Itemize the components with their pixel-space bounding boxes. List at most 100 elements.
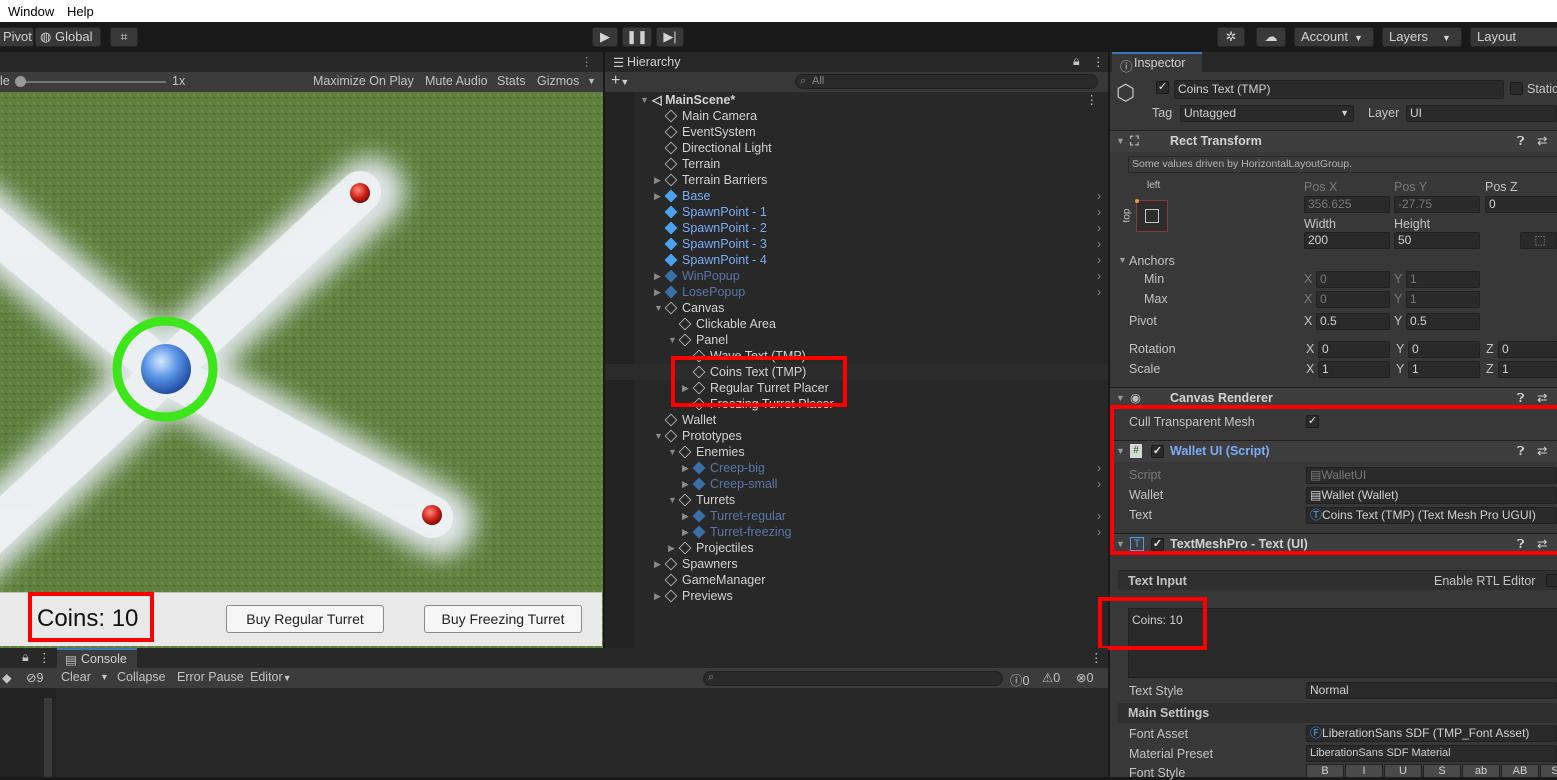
expanded-arrow-icon[interactable]: ▼: [668, 444, 677, 460]
open-prefab-chevron-icon[interactable]: ›: [1097, 476, 1101, 492]
more-icon[interactable]: ⋮: [1086, 92, 1099, 108]
collapsed-arrow-icon[interactable]: ▶: [654, 188, 661, 204]
hierarchy-item[interactable]: ▶ WinPopup ›: [605, 268, 1108, 284]
font-asset-field[interactable]: ⒻLiberationSans SDF (TMP_Font Asset): [1306, 725, 1557, 742]
open-prefab-chevron-icon[interactable]: ›: [1097, 284, 1101, 300]
more-icon[interactable]: ⋮: [38, 650, 51, 665]
layers-dropdown[interactable]: Layers ▼: [1382, 27, 1462, 47]
expanded-arrow-icon[interactable]: ▼: [654, 428, 663, 444]
active-checkbox[interactable]: ✓: [1156, 81, 1169, 94]
cloud-button[interactable]: ☁: [1256, 27, 1286, 47]
open-prefab-chevron-icon[interactable]: ›: [1097, 236, 1101, 252]
scrollbar[interactable]: [44, 698, 52, 777]
pivot-y-field[interactable]: 0.5: [1406, 313, 1480, 330]
hierarchy-item[interactable]: Clickable Area: [605, 316, 1108, 332]
hierarchy-item[interactable]: ▶ Previews: [605, 588, 1108, 604]
layer-dropdown[interactable]: UI: [1406, 105, 1557, 122]
rotation-z-field[interactable]: 0: [1498, 341, 1557, 358]
mute-audio-toggle[interactable]: Mute Audio: [425, 74, 488, 88]
clear-options-icon[interactable]: ▼: [100, 672, 109, 682]
scale-x-field[interactable]: 1: [1318, 361, 1390, 378]
object-name-field[interactable]: Coins Text (TMP): [1174, 80, 1504, 99]
static-checkbox[interactable]: [1510, 82, 1523, 95]
posx-field[interactable]: 356.625: [1304, 196, 1390, 213]
hierarchy-item[interactable]: ▶ Spawners: [605, 556, 1108, 572]
clear-button[interactable]: Clear: [61, 670, 91, 684]
global-toggle[interactable]: ◍ Global: [35, 27, 101, 47]
open-prefab-chevron-icon[interactable]: ›: [1097, 252, 1101, 268]
tag-dropdown[interactable]: Untagged ▼: [1180, 105, 1354, 122]
console-log-area[interactable]: [56, 688, 1108, 777]
anchor-presets-button[interactable]: [1135, 199, 1168, 232]
hierarchy-item[interactable]: EventSystem: [605, 124, 1108, 140]
font-style-button[interactable]: B: [1306, 764, 1344, 778]
collapse-toggle[interactable]: Collapse: [117, 670, 166, 684]
hierarchy-item[interactable]: ▶ Terrain Barriers: [605, 172, 1108, 188]
font-style-button[interactable]: S: [1423, 764, 1461, 778]
expanded-arrow-icon[interactable]: ▼: [654, 300, 663, 316]
more-icon[interactable]: ⋮: [1090, 650, 1103, 665]
warning-filter-button[interactable]: ⚠0: [1042, 670, 1060, 685]
hierarchy-item[interactable]: ▼ Enemies: [605, 444, 1108, 460]
rotation-y-field[interactable]: 0: [1408, 341, 1480, 358]
pivot-x-field[interactable]: 0.5: [1316, 313, 1390, 330]
hierarchy-item[interactable]: SpawnPoint - 1 ›: [605, 204, 1108, 220]
open-prefab-chevron-icon[interactable]: ›: [1097, 524, 1101, 540]
hierarchy-item[interactable]: ▼ Canvas: [605, 300, 1108, 316]
gizmos-dropdown-icon[interactable]: ▼: [587, 76, 596, 86]
buy-regular-turret-button[interactable]: Buy Regular Turret: [226, 605, 384, 633]
pivot-toggle[interactable]: Pivot: [0, 27, 34, 47]
hierarchy-item[interactable]: ▼ Prototypes: [605, 428, 1108, 444]
hierarchy-item[interactable]: SpawnPoint - 4 ›: [605, 252, 1108, 268]
hierarchy-item[interactable]: ▼ Turrets: [605, 492, 1108, 508]
font-style-button[interactable]: AB: [1501, 764, 1539, 778]
more-icon[interactable]: ⋮: [581, 54, 594, 69]
lock-icon[interactable]: 🔒︎: [1073, 54, 1080, 69]
more-icon[interactable]: ⋮: [1092, 54, 1105, 69]
error-filter-button[interactable]: ⊗0: [1076, 670, 1093, 685]
hierarchy-item[interactable]: Wallet: [605, 412, 1108, 428]
collapsed-arrow-icon[interactable]: ▶: [682, 524, 689, 540]
scale-y-field[interactable]: 1: [1408, 361, 1480, 378]
hierarchy-item[interactable]: SpawnPoint - 2 ›: [605, 220, 1108, 236]
collapsed-arrow-icon[interactable]: ▶: [654, 268, 661, 284]
anchor-max-x-field[interactable]: 0: [1316, 291, 1390, 308]
collapsed-arrow-icon[interactable]: ▶: [654, 556, 661, 572]
hierarchy-item[interactable]: Terrain: [605, 156, 1108, 172]
lock-icon[interactable]: 🔒︎: [22, 650, 29, 665]
expanded-arrow-icon[interactable]: ▼: [668, 332, 677, 348]
font-style-button[interactable]: SC: [1540, 764, 1557, 778]
open-prefab-chevron-icon[interactable]: ›: [1097, 204, 1101, 220]
rect-transform-header[interactable]: ▼ ⛶ Rect Transform ❓︎ ⇄: [1110, 130, 1557, 152]
anchor-min-y-field[interactable]: 1: [1406, 271, 1480, 288]
pause-button[interactable]: ❚❚: [622, 27, 652, 47]
open-prefab-chevron-icon[interactable]: ›: [1097, 508, 1101, 524]
collapsed-arrow-icon[interactable]: ▶: [654, 588, 661, 604]
menu-help[interactable]: Help: [67, 4, 94, 19]
expanded-arrow-icon[interactable]: ▼: [668, 492, 677, 508]
hierarchy-item[interactable]: ▶ Base ›: [605, 188, 1108, 204]
height-field[interactable]: 50: [1394, 232, 1480, 249]
font-style-button[interactable]: ab: [1462, 764, 1500, 778]
open-prefab-chevron-icon[interactable]: ›: [1097, 220, 1101, 236]
open-prefab-chevron-icon[interactable]: ›: [1097, 268, 1101, 284]
rtl-checkbox[interactable]: [1546, 574, 1557, 587]
width-field[interactable]: 200: [1304, 232, 1390, 249]
anchor-min-x-field[interactable]: 0: [1316, 271, 1390, 288]
play-button[interactable]: ▶: [592, 27, 618, 47]
collapsed-arrow-icon[interactable]: ▶: [682, 508, 689, 524]
console-tab[interactable]: ▤ Console: [57, 648, 137, 668]
material-preset-dropdown[interactable]: LiberationSans SDF Material: [1306, 745, 1557, 762]
scale-slider-handle[interactable]: [15, 76, 26, 87]
text-style-dropdown[interactable]: Normal: [1306, 682, 1557, 699]
scale-slider[interactable]: [18, 81, 166, 83]
hidden-icon[interactable]: ⊘9: [26, 670, 43, 685]
help-icon[interactable]: ❓︎: [1517, 131, 1525, 152]
foldout-icon[interactable]: ▼: [640, 92, 649, 108]
collapsed-arrow-icon[interactable]: ▶: [654, 172, 661, 188]
step-button[interactable]: ▶|: [656, 27, 684, 47]
anchor-max-y-field[interactable]: 1: [1406, 291, 1480, 308]
hierarchy-item[interactable]: ▶ Creep-small ›: [605, 476, 1108, 492]
scale-z-field[interactable]: 1: [1498, 361, 1557, 378]
add-object-button[interactable]: +▼: [611, 72, 629, 90]
